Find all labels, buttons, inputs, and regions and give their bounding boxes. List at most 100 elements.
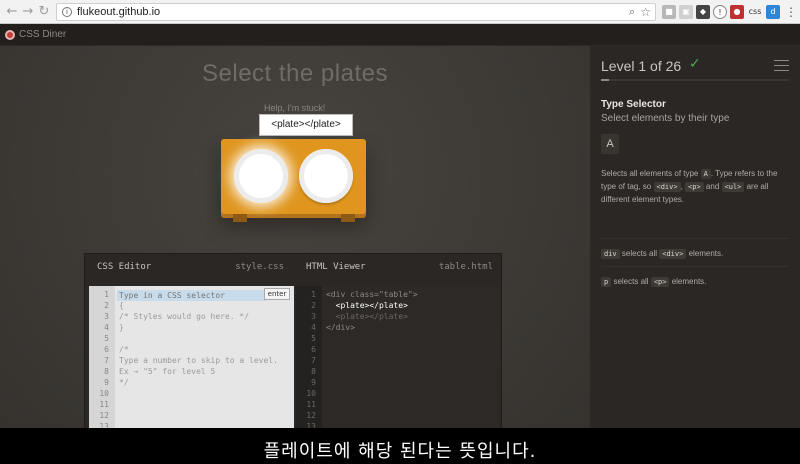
example: div selects all <div> elements. <box>601 248 789 260</box>
line-number: 10 <box>99 389 109 398</box>
example-tag: <div> <box>659 249 687 259</box>
browser-menu-icon[interactable]: ⋮ <box>784 5 798 19</box>
css-editor-title: CSS Editor <box>97 262 152 272</box>
table <box>221 139 366 214</box>
line-number: 10 <box>306 389 316 398</box>
level-progress <box>601 79 789 81</box>
app-name[interactable]: CSS Diner <box>19 29 66 40</box>
back-icon[interactable]: ← <box>4 4 20 20</box>
selector-hint: Selects all elements of type A. Type ref… <box>601 169 778 204</box>
video-subtitle: 플레이트에 해당 된다는 뜻입니다. <box>263 441 537 462</box>
line-number: 5 <box>311 334 316 343</box>
line-number: 8 <box>104 367 109 376</box>
plate[interactable] <box>234 149 288 203</box>
level-sidebar: Level 1 of 26 ✓ Type Selector Select ele… <box>590 46 800 464</box>
divider <box>601 238 789 239</box>
search-icon[interactable]: ⌕ <box>629 5 635 19</box>
html-code-line[interactable]: <plate></plate> <box>326 311 408 322</box>
line-number: 8 <box>311 367 316 376</box>
browser-toolbar: ← → ↻ i flukeout.github.io ⌕ ☆ ■ ▣ ◆ ! ●… <box>0 0 800 24</box>
line-number: 6 <box>104 345 109 354</box>
extension-icon[interactable]: d <box>766 5 780 19</box>
game-area: Select the plates Help, I'm stuck! <plat… <box>0 46 590 464</box>
hint-tag: <div> <box>653 182 681 192</box>
css-code-line: Ex → "5" for level 5 <box>119 367 216 376</box>
line-number: 7 <box>311 356 316 365</box>
html-code-line[interactable]: <div class="table"> <box>326 289 418 300</box>
css-file-name: style.css <box>235 262 284 272</box>
forward-icon[interactable]: → <box>20 4 36 20</box>
check-icon: ✓ <box>689 56 701 72</box>
page: CSS Diner Select the plates Help, I'm st… <box>0 24 800 464</box>
selector-name: Type Selector <box>601 99 666 110</box>
line-number: 9 <box>311 378 316 387</box>
html-viewer-header: HTML Viewer table.html <box>294 254 503 278</box>
enter-button[interactable]: enter <box>264 288 290 300</box>
table-leg <box>341 214 355 222</box>
html-code-line[interactable]: </div> <box>326 322 355 333</box>
html-code-line[interactable]: <plate></plate> <box>326 300 408 311</box>
level-progress-fill <box>601 79 609 81</box>
css-code-line: { <box>119 301 124 310</box>
app-header: CSS Diner <box>0 24 800 46</box>
table-leg <box>233 214 247 222</box>
selector-input-line <box>117 290 267 301</box>
plate[interactable] <box>299 149 353 203</box>
hint-text: Selects all elements of type <box>601 169 699 178</box>
hint-tag: <ul> <box>721 182 745 192</box>
selector-syntax: A <box>601 134 619 154</box>
line-number: 4 <box>104 323 109 332</box>
line-number: 4 <box>311 323 316 332</box>
example: p selects all <p> elements. <box>601 276 789 288</box>
extension-icon[interactable]: ▣ <box>679 5 693 19</box>
html-file-name: table.html <box>438 262 493 272</box>
line-number: 3 <box>311 312 316 321</box>
line-number: 12 <box>99 411 109 420</box>
example-text: elements. <box>671 277 707 286</box>
element-tooltip: <plate></plate> <box>259 114 353 136</box>
line-number: 11 <box>306 400 316 409</box>
line-number: 6 <box>311 345 316 354</box>
hint-tag: <p> <box>685 182 704 192</box>
info-icon[interactable]: i <box>62 7 72 17</box>
menu-icon[interactable] <box>774 60 789 71</box>
address-bar[interactable]: i flukeout.github.io ⌕ ☆ <box>56 3 656 21</box>
example-text: elements. <box>688 249 724 258</box>
extension-icon[interactable]: ◆ <box>696 5 710 19</box>
line-number: 2 <box>104 301 109 310</box>
line-number: 12 <box>306 411 316 420</box>
example-text: selects all <box>621 249 658 258</box>
bookmark-star-icon[interactable]: ☆ <box>640 5 651 19</box>
example-tag: <p> <box>650 277 670 287</box>
hint-tag: A <box>700 169 711 179</box>
example-text: selects all <box>613 277 649 286</box>
css-code-line: */ <box>119 378 129 387</box>
line-number: 9 <box>104 378 109 387</box>
line-number: 1 <box>104 290 109 299</box>
line-number: 2 <box>311 301 316 310</box>
info-extension-icon[interactable]: ! <box>713 5 727 19</box>
example-code: div <box>601 249 620 259</box>
css-code-line: /* <box>119 345 129 354</box>
selector-input[interactable] <box>117 290 267 301</box>
url-text[interactable]: flukeout.github.io <box>77 6 160 18</box>
selector-title: Select elements by their type <box>601 113 730 124</box>
help-link[interactable]: Help, I'm stuck! <box>264 103 325 113</box>
line-number: 5 <box>104 334 109 343</box>
line-number: 11 <box>99 400 109 409</box>
hint-text: and <box>705 182 720 191</box>
level-indicator: Level 1 of 26 <box>601 58 682 74</box>
divider <box>601 266 789 267</box>
css-code-line: } <box>119 323 124 332</box>
html-viewer-title: HTML Viewer <box>306 262 366 272</box>
css-extension-icon[interactable]: css <box>747 5 763 19</box>
reload-icon[interactable]: ↻ <box>36 4 52 20</box>
logo-icon <box>5 30 15 40</box>
extension-icon[interactable]: ■ <box>662 5 676 19</box>
css-editor-header: CSS Editor style.css <box>85 254 294 278</box>
example-code: p <box>601 277 612 287</box>
extension-icon[interactable]: ● <box>730 5 744 19</box>
line-number: 3 <box>104 312 109 321</box>
line-number: 7 <box>104 356 109 365</box>
level-order: Select the plates <box>202 60 388 87</box>
